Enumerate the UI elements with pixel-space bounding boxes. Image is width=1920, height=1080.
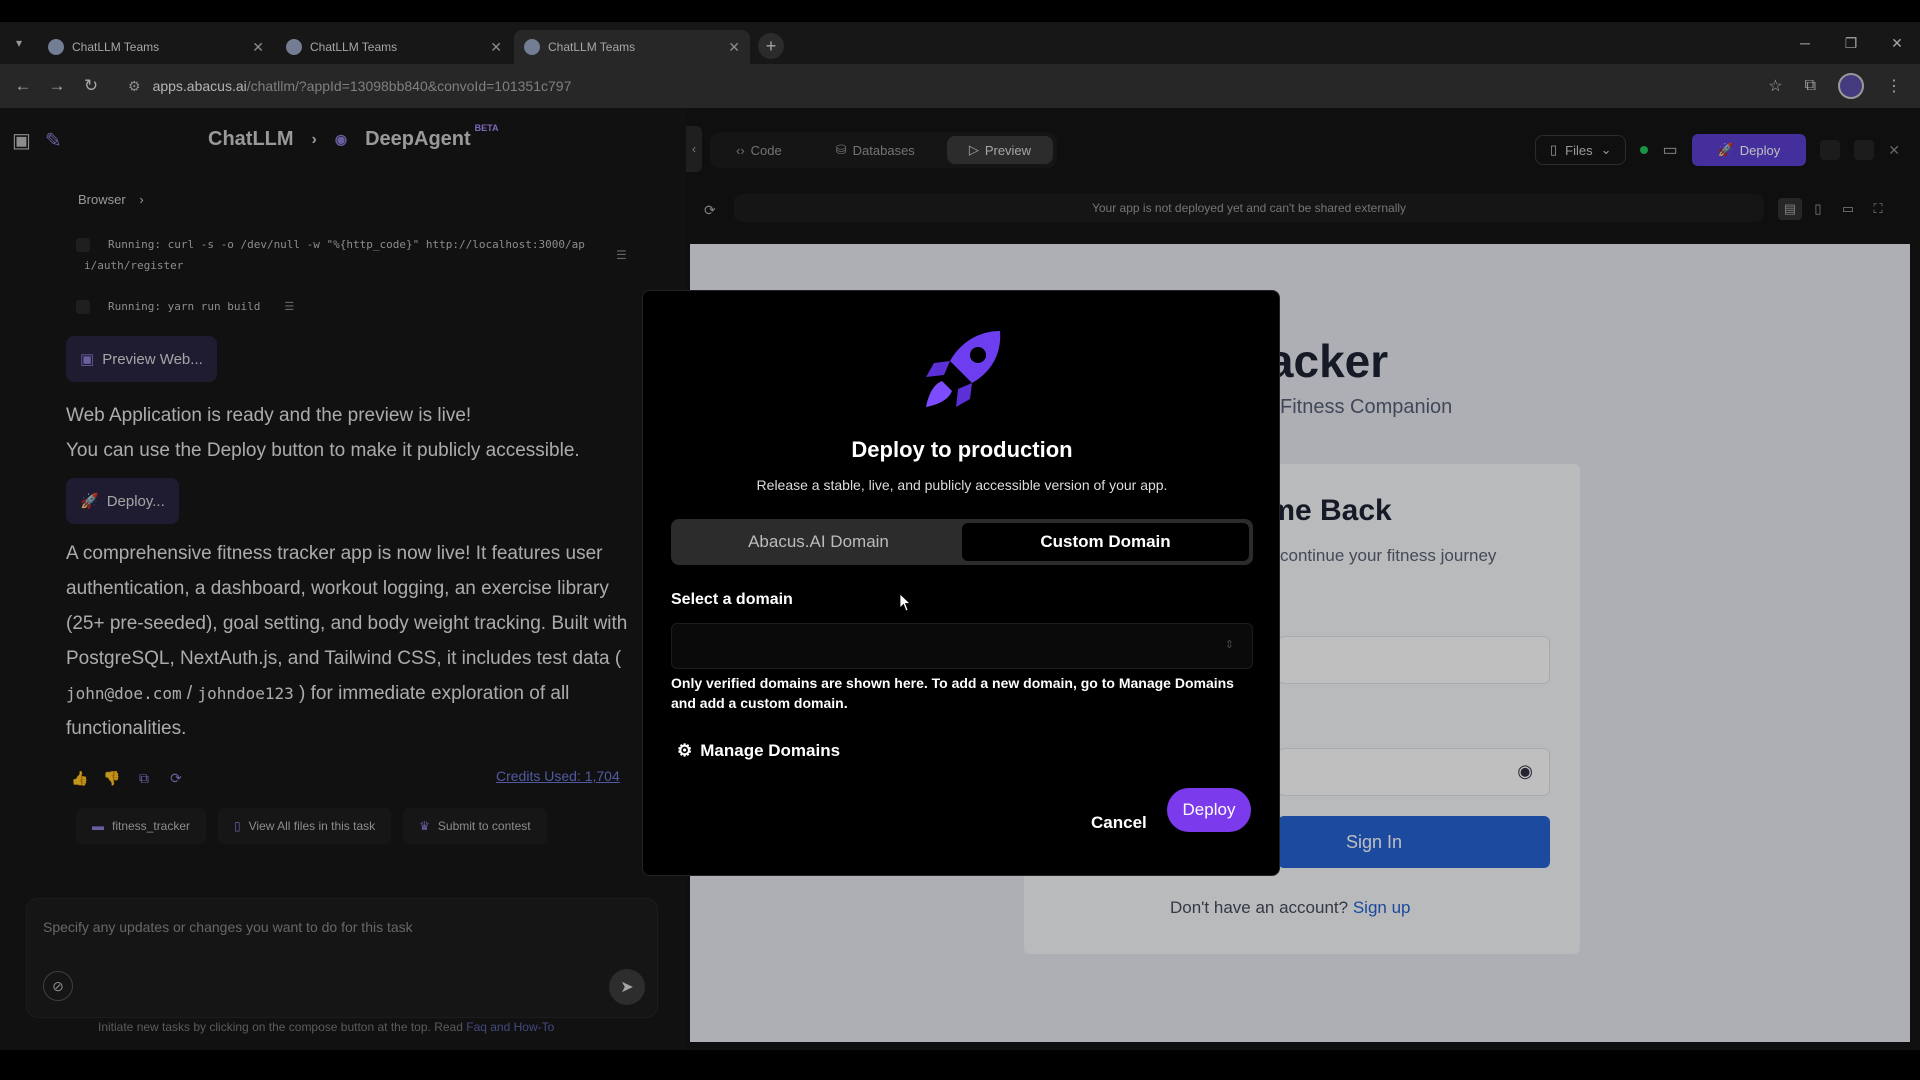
- rocket-icon: [926, 331, 1001, 407]
- modal-deploy-button[interactable]: Deploy: [1167, 788, 1251, 832]
- modal-subtitle: Release a stable, live, and publicly acc…: [756, 477, 1168, 493]
- domain-select[interactable]: ⇕: [671, 623, 1253, 669]
- os-bottom-bar: [0, 1050, 1920, 1080]
- gear-icon: ⚙: [677, 741, 693, 760]
- domain-type-tabs: Abacus.AI Domain Custom Domain: [671, 519, 1253, 565]
- modal-title: Deploy to production: [851, 437, 1073, 462]
- tab-abacus-domain[interactable]: Abacus.AI Domain: [675, 523, 962, 561]
- cancel-button[interactable]: Cancel: [1081, 801, 1157, 845]
- select-domain-label: Select a domain: [671, 591, 793, 608]
- manage-domains-button[interactable]: ⚙ Manage Domains: [677, 741, 840, 761]
- mouse-cursor-icon: [900, 594, 910, 612]
- deploy-modal: Deploy to production Release a stable, l…: [642, 290, 1280, 876]
- chevron-updown-icon: ⇕: [1224, 639, 1234, 651]
- domain-help-text: Only verified domains are shown here. To…: [671, 675, 1234, 711]
- tab-custom-domain[interactable]: Custom Domain: [962, 523, 1249, 561]
